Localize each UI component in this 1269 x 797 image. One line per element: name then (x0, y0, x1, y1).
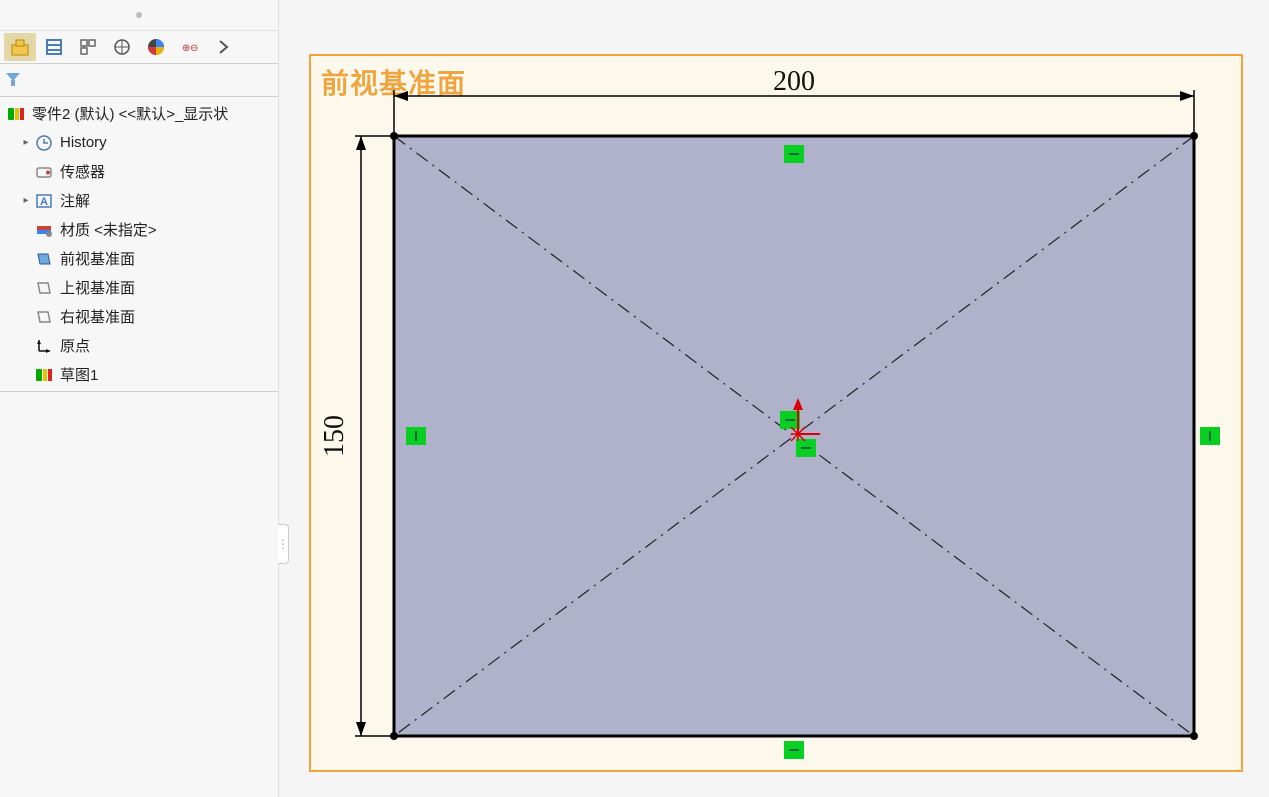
tree-item[interactable]: 原点 (0, 331, 278, 360)
sketch-plane-frame: 前视基准面 200 (309, 54, 1243, 772)
constraint-icon[interactable] (406, 427, 426, 445)
toolbar-overflow-button[interactable] (208, 33, 240, 61)
tree-item[interactable]: ▸ A 注解 (0, 186, 278, 215)
svg-text:150: 150 (319, 415, 350, 457)
origin-icon (34, 337, 54, 355)
tree-item[interactable]: ▸ History (0, 128, 278, 157)
tree-item-label: 原点 (60, 335, 90, 356)
feature-manager-tab[interactable] (4, 33, 36, 61)
plane-icon (34, 279, 54, 297)
expand-caret-icon[interactable]: ▸ (20, 137, 32, 148)
tree-item[interactable]: 传感器 (0, 157, 278, 186)
sketch-canvas[interactable]: 200 150 (311, 56, 1241, 770)
tree-filter-row[interactable] (0, 64, 278, 97)
dimxpert-manager-tab[interactable] (106, 33, 138, 61)
svg-text:A: A (40, 196, 48, 208)
property-manager-tab[interactable] (38, 33, 70, 61)
cam-manager-tab[interactable]: ⊕⊖ (174, 33, 206, 61)
expand-caret-icon[interactable]: ▸ (20, 195, 32, 206)
tree-item[interactable]: 右视基准面 (0, 302, 278, 331)
panel-toolbar: ⊕⊖ (0, 31, 278, 64)
part-icon (6, 105, 26, 123)
feature-tree: 零件2 (默认) <<默认>_显示状 ▸ History 传感器 ▸ A 注解材质 <未指… (0, 97, 278, 797)
history-icon (34, 134, 54, 152)
tree-root-label: 零件2 (默认) <<默认>_显示状 (32, 103, 228, 124)
tree-item[interactable]: 上视基准面 (0, 273, 278, 302)
tree-separator (0, 391, 278, 392)
constraint-icon[interactable] (1200, 427, 1220, 445)
annotation-icon: A (34, 192, 54, 210)
tree-item-label: 注解 (60, 190, 90, 211)
constraint-icon[interactable] (796, 439, 816, 457)
chevron-right-icon (216, 39, 232, 55)
material-icon (34, 221, 54, 239)
tree-item-label: 材质 <未指定> (60, 219, 157, 240)
panel-collapse-handle[interactable] (278, 524, 289, 564)
constraint-icon[interactable] (784, 741, 804, 759)
tree-item-label: 上视基准面 (60, 277, 135, 298)
plane-icon (34, 308, 54, 326)
svg-text:200: 200 (773, 66, 815, 97)
feature-tree-panel: ⊕⊖ 零件2 (默认) <<默认>_显示状 ▸ History 传感器 ▸ A 注解材质 … (0, 0, 279, 797)
display-manager-tab[interactable] (140, 33, 172, 61)
panel-tab-header[interactable] (0, 0, 278, 31)
tree-item[interactable]: 材质 <未指定> (0, 215, 278, 244)
tree-root[interactable]: 零件2 (默认) <<默认>_显示状 (0, 99, 278, 128)
tree-item[interactable]: 前视基准面 (0, 244, 278, 273)
tree-item-label: 传感器 (60, 161, 105, 182)
tree-item-label: 右视基准面 (60, 306, 135, 327)
sensor-icon (34, 163, 54, 181)
constraint-icon[interactable] (784, 145, 804, 163)
tree-item[interactable]: 草图1 (0, 360, 278, 389)
configuration-manager-tab[interactable] (72, 33, 104, 61)
filter-icon (6, 73, 20, 87)
dimension-height[interactable]: 150 (319, 136, 394, 736)
graphics-viewport[interactable]: 前视基准面 200 (279, 0, 1269, 797)
tree-item-label: 前视基准面 (60, 248, 135, 269)
plane-front-icon (34, 250, 54, 268)
svg-text:⊖: ⊖ (190, 43, 198, 54)
tree-item-label: 草图1 (60, 364, 98, 385)
tree-item-label: History (60, 134, 107, 151)
tab-indicator-icon (136, 12, 142, 18)
sketch-icon (34, 366, 54, 384)
dimension-width[interactable]: 200 (394, 66, 1194, 136)
